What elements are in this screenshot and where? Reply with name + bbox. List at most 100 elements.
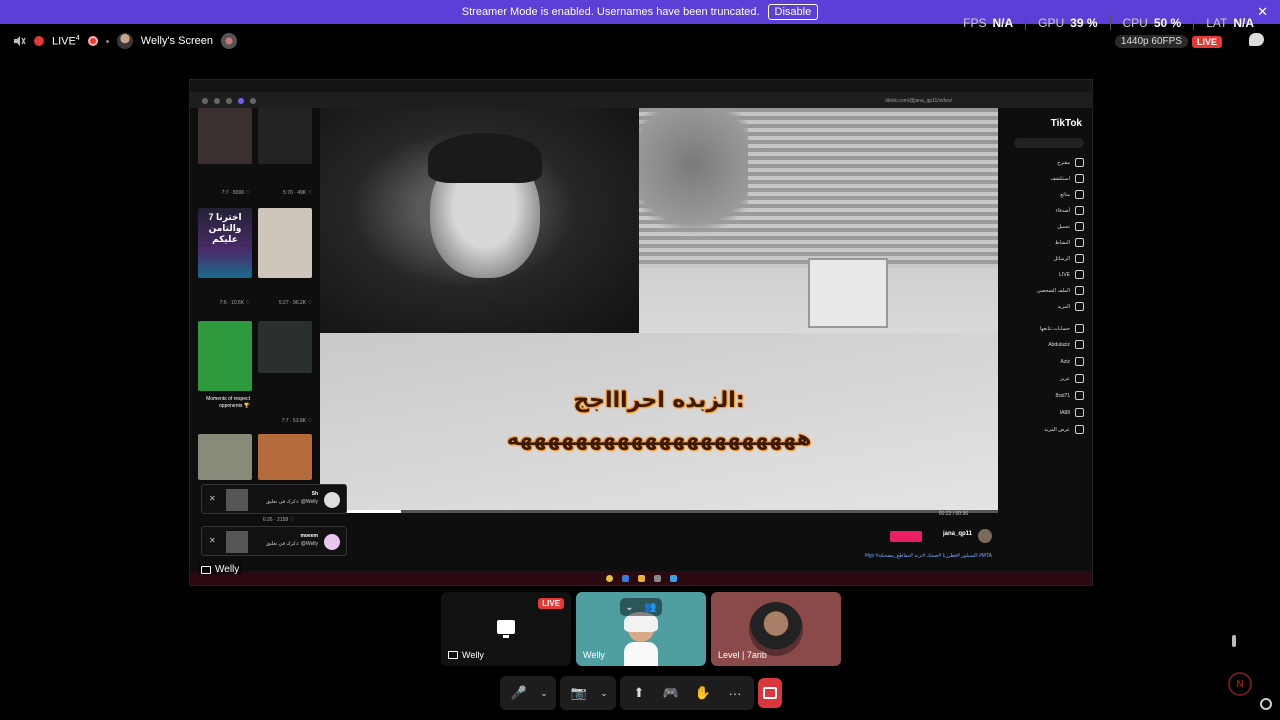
participant-avatar xyxy=(624,612,658,666)
close-icon[interactable]: ✕ xyxy=(209,494,216,503)
mic-group: 🎤 ⌄ xyxy=(500,676,556,710)
following-account[interactable]: IA88 xyxy=(1008,408,1084,417)
quality-pill: 1440p 60FPS xyxy=(1114,35,1188,48)
screen-share-icon[interactable]: ⬆ xyxy=(624,678,654,708)
tiktok-logo[interactable]: TikTok xyxy=(1051,118,1082,129)
following-header: حسابات تتابعها xyxy=(1008,324,1084,333)
video-hashtags[interactable]: #fyp #اكسبلور #فطرزتا #ضحك #ترند #مقاطع_… xyxy=(865,553,992,559)
notification-avatar xyxy=(324,492,340,508)
tiktok-nav-item[interactable]: أصدقاء xyxy=(1008,206,1084,215)
chevron-down-icon[interactable]: ⌄ xyxy=(536,678,552,708)
tiktok-nav-item[interactable]: LIVE xyxy=(1008,270,1084,279)
chat-icon[interactable] xyxy=(1249,33,1264,46)
users-icon[interactable]: 👥 xyxy=(644,602,656,613)
camera-off-icon[interactable]: 📷 xyxy=(564,678,594,708)
notification-thumbnail xyxy=(226,531,248,553)
extension-icon xyxy=(250,98,256,104)
participant-avatar xyxy=(749,602,803,656)
latency-stat: LAT N/A xyxy=(1193,16,1266,30)
more-icon[interactable]: ··· xyxy=(720,678,750,708)
following-account[interactable]: 8ssl71 xyxy=(1008,391,1084,400)
stream-quality: 1440p 60FPS LIVE xyxy=(1114,35,1222,48)
uploader-avatar[interactable] xyxy=(978,529,992,543)
chevron-down-icon[interactable]: ⌄ xyxy=(625,602,633,613)
video-thumbnail xyxy=(198,321,252,391)
soundboard-icon[interactable]: ✋ xyxy=(688,678,718,708)
thumb-caption: 5:70 · 49K ♡ xyxy=(283,190,312,196)
facecam-overlay xyxy=(320,108,639,333)
participant-name: Level | 7arib xyxy=(718,650,767,660)
participant-tile-screen[interactable]: LIVE Welly xyxy=(441,592,571,666)
tiktok-nav-item[interactable]: المزيد xyxy=(1008,302,1084,311)
participant-tile-welly[interactable]: ⌄ 👥 Welly xyxy=(576,592,706,666)
tiktok-search-input[interactable] xyxy=(1014,138,1084,148)
thumb-overlay-text: اخترنا 7 والتامن عليكم xyxy=(208,212,242,244)
notification-toast[interactable]: ✕ Sh ذكرك في تعليق: @Welly xyxy=(201,484,347,514)
gpu-stat: GPU 39 % xyxy=(1025,16,1109,30)
notification-avatar xyxy=(324,534,340,550)
screen-owner-tag: Welly xyxy=(198,564,243,575)
video-scene-street xyxy=(320,333,998,513)
video-thumbnail xyxy=(258,321,312,373)
disconnect-button[interactable] xyxy=(758,678,782,708)
uploader-name[interactable]: jana_qp11 xyxy=(943,531,972,537)
monitor-icon xyxy=(497,620,515,638)
reload-icon xyxy=(226,98,232,104)
video-thumbnail: اخترنا 7 والتامن عليكم xyxy=(198,208,252,278)
facecam-hair xyxy=(428,133,542,183)
stream-title: Welly's Screen xyxy=(140,35,213,47)
notification-toast[interactable]: ✕ moeem ذكرك في تعليق: @Welly xyxy=(201,526,347,556)
search-icon xyxy=(654,575,661,582)
live-dot-icon xyxy=(34,36,44,46)
disable-streamer-mode-button[interactable]: Disable xyxy=(767,4,819,20)
video-info: 00:23 / 00:36 jana_qp11 #fyp #اكسبلور #ف… xyxy=(320,511,998,578)
screen-owner-name: Welly xyxy=(215,564,240,575)
tiktok-nav-item[interactable]: مقترح xyxy=(1008,158,1084,167)
volume-icon[interactable] xyxy=(12,34,26,48)
see-more-link[interactable]: عرض المزيد xyxy=(1008,425,1084,434)
viewer-avatar[interactable] xyxy=(220,33,237,49)
recording-icon xyxy=(87,36,98,46)
streamer-avatar xyxy=(116,33,133,49)
video-thumbnail xyxy=(198,434,252,480)
microphone-icon[interactable]: 🎤 xyxy=(504,678,534,708)
shared-screen: tiktok.com/@jana_qp11/video/ 7:7 · 8300 … xyxy=(189,79,1093,586)
tiktok-nav-item[interactable]: النشاط xyxy=(1008,238,1084,247)
back-icon xyxy=(202,98,208,104)
url-text: tiktok.com/@jana_qp11/video/ xyxy=(885,98,952,104)
video-thumbnail xyxy=(258,434,312,480)
video-subtitle-line1: الزبده احراااجج: xyxy=(573,388,745,413)
tile-controls[interactable]: ⌄ 👥 xyxy=(620,598,662,616)
cursor-indicator xyxy=(1230,635,1238,655)
video-group: 📷 ⌄ xyxy=(560,676,616,710)
browser-toolbar: tiktok.com/@jana_qp11/video/ xyxy=(190,80,1092,108)
activity-icon[interactable]: 🎮 xyxy=(656,678,686,708)
close-icon[interactable]: ✕ xyxy=(209,536,216,545)
video-player[interactable]: الزبده احراااجج: هههههههههههههههههههههه xyxy=(320,108,998,513)
following-account[interactable]: عزيز xyxy=(1008,374,1084,383)
stream-header: LIVE4 Welly's Screen xyxy=(12,32,237,50)
performance-stats: FPS N/A GPU 39 % CPU 50 % LAT N/A xyxy=(951,16,1266,30)
fps-stat: FPS N/A xyxy=(963,16,1014,30)
participant-tile-7arib[interactable]: Level | 7arib xyxy=(711,592,841,666)
tiktok-nav-item[interactable]: تحميل xyxy=(1008,222,1084,231)
follow-button[interactable] xyxy=(890,531,922,542)
tiktok-nav-item[interactable]: متابَع xyxy=(1008,190,1084,199)
tiktok-nav-item[interactable]: الرسائل xyxy=(1008,254,1084,263)
following-account[interactable]: Aziz xyxy=(1008,357,1084,366)
activity-group: ⬆ 🎮 ✋ ··· xyxy=(620,676,754,710)
app-logo-icon: N xyxy=(1228,672,1252,696)
chevron-down-icon[interactable]: ⌄ xyxy=(596,678,612,708)
chrome-icon xyxy=(606,575,613,582)
banner-text: Streamer Mode is enabled. Usernames have… xyxy=(461,6,760,18)
windows-taskbar xyxy=(190,571,1092,585)
call-controls: 🎤 ⌄ 📷 ⌄ ⬆ 🎮 ✋ ··· xyxy=(500,676,782,710)
app-window: Streamer Mode is enabled. Usernames have… xyxy=(0,0,1280,720)
tiktok-nav-item[interactable]: استكشف xyxy=(1008,174,1084,183)
settings-icon[interactable] xyxy=(1260,698,1272,710)
following-account[interactable]: Abdulaziz xyxy=(1008,340,1084,349)
forward-icon xyxy=(214,98,220,104)
video-time: 00:23 / 00:36 xyxy=(938,511,968,517)
participant-name: Welly xyxy=(448,650,484,660)
tiktok-nav-item[interactable]: الملف الشخصي xyxy=(1008,286,1084,295)
